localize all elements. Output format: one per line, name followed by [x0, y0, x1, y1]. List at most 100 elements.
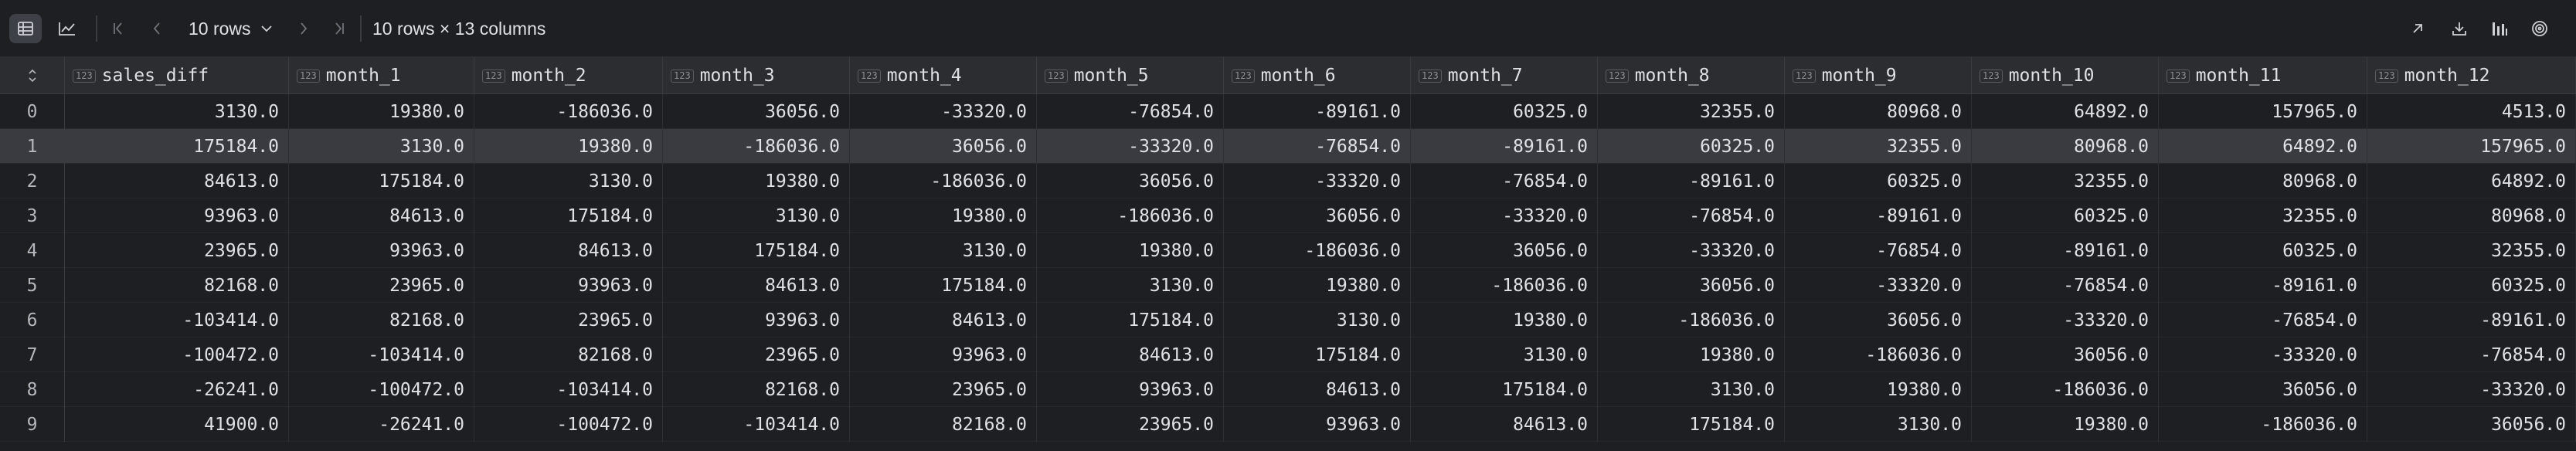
- table-cell[interactable]: 60325.0: [1411, 94, 1598, 129]
- table-cell[interactable]: 82168.0: [65, 268, 289, 303]
- column-stats-icon[interactable]: [2486, 14, 2513, 43]
- table-cell[interactable]: -103414.0: [663, 407, 850, 442]
- next-page-icon[interactable]: [292, 14, 315, 43]
- table-cell[interactable]: 19380.0: [1598, 337, 1785, 372]
- table-cell[interactable]: 19380.0: [1972, 407, 2159, 442]
- table-cell[interactable]: -33320.0: [1785, 268, 1972, 303]
- column-header-month-3[interactable]: 123 month_3: [663, 57, 850, 94]
- table-cell[interactable]: -33320.0: [1037, 129, 1224, 164]
- table-cell[interactable]: -89161.0: [1972, 233, 2159, 268]
- last-page-icon[interactable]: [328, 14, 351, 43]
- table-cell[interactable]: -89161.0: [2159, 268, 2367, 303]
- table-cell[interactable]: 60325.0: [2159, 233, 2367, 268]
- table-cell[interactable]: 175184.0: [1037, 303, 1224, 337]
- table-cell[interactable]: 175184.0: [474, 198, 663, 233]
- table-cell[interactable]: 60325.0: [1785, 164, 1972, 198]
- table-cell[interactable]: 82168.0: [850, 407, 1037, 442]
- table-cell[interactable]: 36056.0: [850, 129, 1037, 164]
- table-cell[interactable]: 80968.0: [2367, 198, 2576, 233]
- table-cell[interactable]: 36056.0: [1785, 303, 1972, 337]
- table-row[interactable]: 4 23965.0 93963.0 84613.0 175184.0 3130.0 1938…: [0, 233, 2576, 268]
- table-cell[interactable]: 82168.0: [663, 372, 850, 407]
- table-row[interactable]: 7 -100472.0 -103414.0 82168.0 23965.0 93963.0…: [0, 337, 2576, 372]
- table-cell[interactable]: 3130.0: [1785, 407, 1972, 442]
- table-cell[interactable]: 80968.0: [1972, 129, 2159, 164]
- column-header-month-7[interactable]: 123 month_7: [1411, 57, 1598, 94]
- table-cell[interactable]: 19380.0: [663, 164, 850, 198]
- column-header-month-10[interactable]: 123 month_10: [1972, 57, 2159, 94]
- table-row[interactable]: 6 -103414.0 82168.0 23965.0 93963.0 84613.0 17…: [0, 303, 2576, 337]
- table-cell[interactable]: 32355.0: [2367, 233, 2576, 268]
- table-row[interactable]: 2 84613.0 175184.0 3130.0 19380.0 -186036.0 36…: [0, 164, 2576, 198]
- table-cell[interactable]: 84613.0: [474, 233, 663, 268]
- column-header-month-6[interactable]: 123 month_6: [1224, 57, 1411, 94]
- column-header-month-5[interactable]: 123 month_5: [1037, 57, 1224, 94]
- table-cell[interactable]: 64892.0: [2159, 129, 2367, 164]
- table-cell[interactable]: -33320.0: [1598, 233, 1785, 268]
- table-cell[interactable]: 3130.0: [1224, 303, 1411, 337]
- table-cell[interactable]: -89161.0: [1785, 198, 1972, 233]
- table-cell[interactable]: 32355.0: [1785, 129, 1972, 164]
- table-cell[interactable]: 175184.0: [850, 268, 1037, 303]
- table-cell[interactable]: -103414.0: [289, 337, 474, 372]
- table-cell[interactable]: 19380.0: [850, 198, 1037, 233]
- table-cell[interactable]: 36056.0: [1411, 233, 1598, 268]
- column-header-month-4[interactable]: 123 month_4: [850, 57, 1037, 94]
- table-cell[interactable]: 4513.0: [2367, 94, 2576, 129]
- table-cell[interactable]: 64892.0: [1972, 94, 2159, 129]
- table-cell[interactable]: -103414.0: [65, 303, 289, 337]
- table-cell[interactable]: -76854.0: [1037, 94, 1224, 129]
- table-cell[interactable]: -100472.0: [289, 372, 474, 407]
- table-cell[interactable]: -33320.0: [1224, 164, 1411, 198]
- table-cell[interactable]: 93963.0: [850, 337, 1037, 372]
- table-cell[interactable]: 175184.0: [1411, 372, 1598, 407]
- table-cell[interactable]: -76854.0: [1598, 198, 1785, 233]
- table-cell[interactable]: -76854.0: [1224, 129, 1411, 164]
- table-cell[interactable]: -186036.0: [1037, 198, 1224, 233]
- table-row[interactable]: 3 93963.0 84613.0 175184.0 3130.0 19380.0 -186…: [0, 198, 2576, 233]
- table-cell[interactable]: 93963.0: [65, 198, 289, 233]
- table-cell[interactable]: -76854.0: [1972, 268, 2159, 303]
- table-cell[interactable]: 84613.0: [850, 303, 1037, 337]
- table-cell[interactable]: 82168.0: [474, 337, 663, 372]
- table-cell[interactable]: 36056.0: [2367, 407, 2576, 442]
- table-cell[interactable]: -103414.0: [474, 372, 663, 407]
- table-cell[interactable]: 23965.0: [1037, 407, 1224, 442]
- first-page-icon[interactable]: [107, 14, 130, 43]
- chart-view-icon[interactable]: [51, 14, 83, 43]
- column-header-month-8[interactable]: 123 month_8: [1598, 57, 1785, 94]
- prev-page-icon[interactable]: [145, 14, 168, 43]
- table-cell[interactable]: -33320.0: [2367, 372, 2576, 407]
- table-cell[interactable]: 93963.0: [1037, 372, 1224, 407]
- table-cell[interactable]: -89161.0: [1224, 94, 1411, 129]
- open-new-tab-icon[interactable]: [2404, 14, 2431, 43]
- table-cell[interactable]: -100472.0: [65, 337, 289, 372]
- table-cell[interactable]: 3130.0: [1598, 372, 1785, 407]
- table-cell[interactable]: 60325.0: [2367, 268, 2576, 303]
- table-cell[interactable]: 19380.0: [474, 129, 663, 164]
- table-cell[interactable]: 84613.0: [65, 164, 289, 198]
- table-cell[interactable]: 36056.0: [2159, 372, 2367, 407]
- table-cell[interactable]: -186036.0: [1972, 372, 2159, 407]
- table-cell[interactable]: 36056.0: [1598, 268, 1785, 303]
- table-cell[interactable]: -26241.0: [65, 372, 289, 407]
- table-cell[interactable]: 19380.0: [289, 94, 474, 129]
- table-cell[interactable]: -186036.0: [850, 164, 1037, 198]
- column-header-month-2[interactable]: 123 month_2: [474, 57, 663, 94]
- table-cell[interactable]: -33320.0: [2159, 337, 2367, 372]
- table-view-icon[interactable]: [9, 14, 42, 43]
- table-cell[interactable]: 19380.0: [1411, 303, 1598, 337]
- table-cell[interactable]: 93963.0: [474, 268, 663, 303]
- table-cell[interactable]: -186036.0: [1785, 337, 1972, 372]
- table-cell[interactable]: 23965.0: [289, 268, 474, 303]
- table-cell[interactable]: 93963.0: [663, 303, 850, 337]
- column-header-month-11[interactable]: 123 month_11: [2159, 57, 2367, 94]
- table-cell[interactable]: 3130.0: [663, 198, 850, 233]
- table-cell[interactable]: 19380.0: [1037, 233, 1224, 268]
- table-cell[interactable]: 36056.0: [1037, 164, 1224, 198]
- table-cell[interactable]: -89161.0: [1598, 164, 1785, 198]
- table-cell[interactable]: 3130.0: [1037, 268, 1224, 303]
- table-cell[interactable]: 32355.0: [1972, 164, 2159, 198]
- table-cell[interactable]: 32355.0: [2159, 198, 2367, 233]
- table-cell[interactable]: -186036.0: [663, 129, 850, 164]
